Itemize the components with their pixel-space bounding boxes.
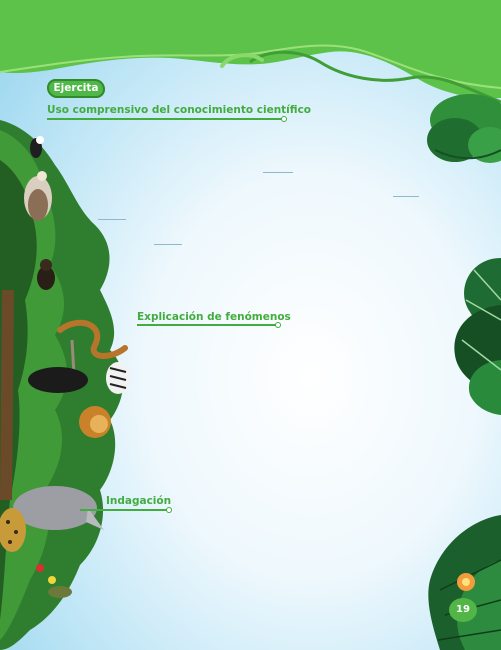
ejercita-badge: Ejercita [47,79,105,98]
answer-line [154,244,182,245]
jungle-animals-illustration [0,120,130,650]
section-underline [137,322,281,328]
answer-line [98,219,126,220]
bottom-right-plants-icon [428,515,501,650]
section-heading-uso-comprensivo: Uso comprensivo del conocimiento científ… [47,104,312,116]
monstera-leaves-icon [454,258,501,415]
workbook-page: Ejercita Uso comprensivo del conocimient… [0,0,501,650]
page-number: 19 [449,598,477,622]
answer-line [263,172,293,173]
section-underline [47,116,287,122]
section-underline [80,507,172,513]
section-heading-indagacion: Indagación [106,495,172,507]
top-right-leaves-icon [427,94,501,163]
answer-line [393,196,419,197]
section-heading-explicacion: Explicación de fenómenos [137,311,291,323]
